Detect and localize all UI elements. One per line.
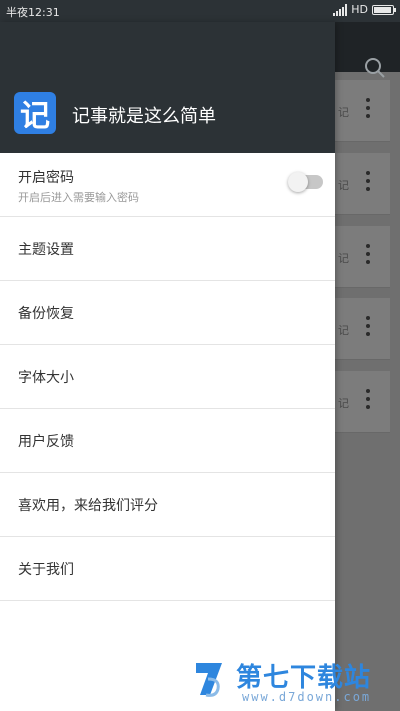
menu-item-backup[interactable]: 备份恢复 [0, 281, 335, 345]
app-logo-icon: 记 [14, 92, 56, 134]
menu-item-rate[interactable]: 喜欢用，来给我们评分 [0, 473, 335, 537]
note-snippet: 记 [338, 397, 349, 410]
menu-item-password[interactable]: 开启密码 开启后进入需要输入密码 [0, 153, 335, 217]
more-options-icon[interactable] [366, 316, 370, 336]
more-options-icon[interactable] [366, 389, 370, 409]
menu-item-about[interactable]: 关于我们 [0, 537, 335, 601]
more-options-icon[interactable] [366, 98, 370, 118]
battery-icon [372, 4, 396, 15]
menu-item-label: 字体大小 [18, 369, 74, 386]
more-options-icon[interactable] [366, 244, 370, 264]
more-options-icon[interactable] [366, 171, 370, 191]
menu-item-theme[interactable]: 主题设置 [0, 217, 335, 281]
status-time: 半夜12:31 [6, 6, 60, 19]
password-toggle[interactable] [288, 172, 323, 192]
navigation-drawer: 记 记事就是这么简单 开启密码 开启后进入需要输入密码 主题设置 备份恢复 字体… [0, 22, 335, 711]
app-title: 记事就是这么简单 [72, 106, 216, 127]
menu-item-label: 主题设置 [18, 241, 74, 258]
password-title: 开启密码 [18, 170, 74, 186]
menu-item-label: 关于我们 [18, 561, 74, 578]
menu-item-label: 备份恢复 [18, 305, 74, 322]
network-type: HD [351, 3, 368, 16]
watermark: 第七下载站 www.d7down.com [192, 657, 392, 705]
menu-item-font-size[interactable]: 字体大小 [0, 345, 335, 409]
watermark-url: www.d7down.com [242, 690, 372, 704]
signal-icon [333, 3, 348, 16]
note-snippet: 记 [338, 179, 349, 192]
password-subtitle: 开启后进入需要输入密码 [18, 191, 139, 204]
watermark-logo-icon [196, 663, 222, 697]
drawer-header: 记 记事就是这么简单 [0, 22, 335, 153]
menu-item-label: 用户反馈 [18, 433, 74, 450]
note-snippet: 记 [338, 252, 349, 265]
watermark-text: 第七下载站 [236, 663, 372, 693]
menu-item-feedback[interactable]: 用户反馈 [0, 409, 335, 473]
note-snippet: 记 [338, 106, 349, 119]
status-indicators: HD [333, 3, 396, 16]
menu-item-label: 喜欢用，来给我们评分 [18, 497, 158, 514]
search-icon [365, 58, 385, 78]
status-bar: 半夜12:31 HD [0, 0, 400, 22]
toggle-knob [288, 172, 308, 192]
note-snippet: 记 [338, 324, 349, 337]
